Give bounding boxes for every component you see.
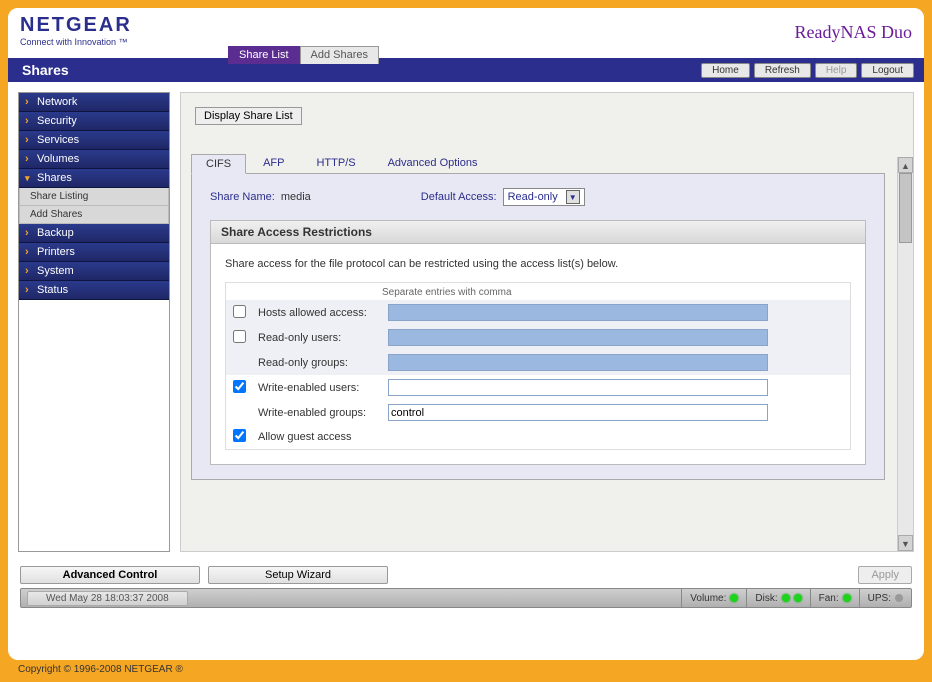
brand-tagline: Connect with Innovation ™ [20,37,132,47]
setup-wizard-button[interactable]: Setup Wizard [208,566,388,584]
scroll-thumb[interactable] [899,173,912,243]
apply-button[interactable]: Apply [858,566,912,584]
scroll-down-icon[interactable]: ▼ [898,535,913,551]
logo-block: NETGEAR Connect with Innovation ™ [20,14,132,47]
sidebar-item-services[interactable]: Services [19,131,169,150]
brand-name: NETGEAR [20,14,132,37]
restrictions-note: Separate entries with comma [382,283,850,300]
sidebar-sub-add-shares[interactable]: Add Shares [19,206,169,224]
chevron-down-icon: ▼ [566,190,580,204]
readonly-checkbox[interactable] [233,330,246,343]
readonly-groups-label: Read-only groups: [252,350,382,375]
status-bar: Wed May 28 18:03:37 2008 Volume: Disk: F… [20,588,912,608]
status-disk-label: Disk: [755,593,777,604]
display-share-list-button[interactable]: Display Share List [195,107,302,125]
status-datetime: Wed May 28 18:03:37 2008 [27,591,188,606]
subtab-afp[interactable]: AFP [248,153,299,173]
help-button[interactable]: Help [815,63,858,78]
copyright: Copyright © 1996-2008 NETGEAR ® [8,660,924,675]
hosts-allowed-input[interactable] [388,304,768,321]
readonly-users-label: Read-only users: [252,325,382,350]
subtab-https[interactable]: HTTP/S [301,153,370,173]
share-name-value: media [281,191,311,203]
fan-led-icon [843,594,851,602]
product-name: ReadyNAS Duo [795,14,913,43]
sidebar-item-status[interactable]: Status [19,281,169,300]
write-enabled-checkbox[interactable] [233,380,246,393]
tab-share-list[interactable]: Share List [228,46,300,64]
page-title: Shares [22,62,69,78]
default-access-select[interactable]: Read-only ▼ [503,188,585,206]
sidebar-item-backup[interactable]: Backup [19,224,169,243]
restrictions-intro: Share access for the file protocol can b… [225,258,851,270]
sidebar-item-system[interactable]: System [19,262,169,281]
write-users-input[interactable] [388,379,768,396]
sidebar-item-network[interactable]: Network [19,93,169,112]
scroll-up-icon[interactable]: ▲ [898,157,913,173]
sidebar: Network Security Services Volumes Shares… [18,92,170,552]
subtab-advanced[interactable]: Advanced Options [373,153,493,173]
restrictions-header: Share Access Restrictions [211,221,865,244]
sidebar-item-printers[interactable]: Printers [19,243,169,262]
advanced-control-button[interactable]: Advanced Control [20,566,200,584]
disk-led2-icon [794,594,802,602]
share-name-label: Share Name: [210,191,275,203]
ups-led-icon [895,594,903,602]
sidebar-item-volumes[interactable]: Volumes [19,150,169,169]
tab-add-shares[interactable]: Add Shares [300,46,379,64]
guest-access-label: Allow guest access [252,425,850,449]
default-access-label: Default Access: [421,191,497,203]
sidebar-item-shares[interactable]: Shares [19,169,169,188]
hosts-allowed-label: Hosts allowed access: [252,300,382,325]
main-content: Display Share List CIFS AFP HTTP/S Advan… [180,92,914,552]
guest-access-checkbox[interactable] [233,429,246,442]
sidebar-sub-share-listing[interactable]: Share Listing [19,188,169,206]
logout-button[interactable]: Logout [861,63,914,78]
scrollbar[interactable]: ▲ ▼ [897,157,913,551]
readonly-groups-input[interactable] [388,354,768,371]
refresh-button[interactable]: Refresh [754,63,811,78]
disk-led1-icon [782,594,790,602]
status-fan-label: Fan: [819,593,839,604]
home-button[interactable]: Home [701,63,750,78]
readonly-users-input[interactable] [388,329,768,346]
status-volume-label: Volume: [690,593,726,604]
subtab-cifs[interactable]: CIFS [191,154,246,174]
write-groups-input[interactable] [388,404,768,421]
write-users-label: Write-enabled users: [252,375,382,400]
volume-led-icon [730,594,738,602]
write-groups-label: Write-enabled groups: [252,400,382,425]
hosts-allowed-checkbox[interactable] [233,305,246,318]
sidebar-item-security[interactable]: Security [19,112,169,131]
default-access-value: Read-only [508,191,558,203]
status-ups-label: UPS: [868,593,891,604]
